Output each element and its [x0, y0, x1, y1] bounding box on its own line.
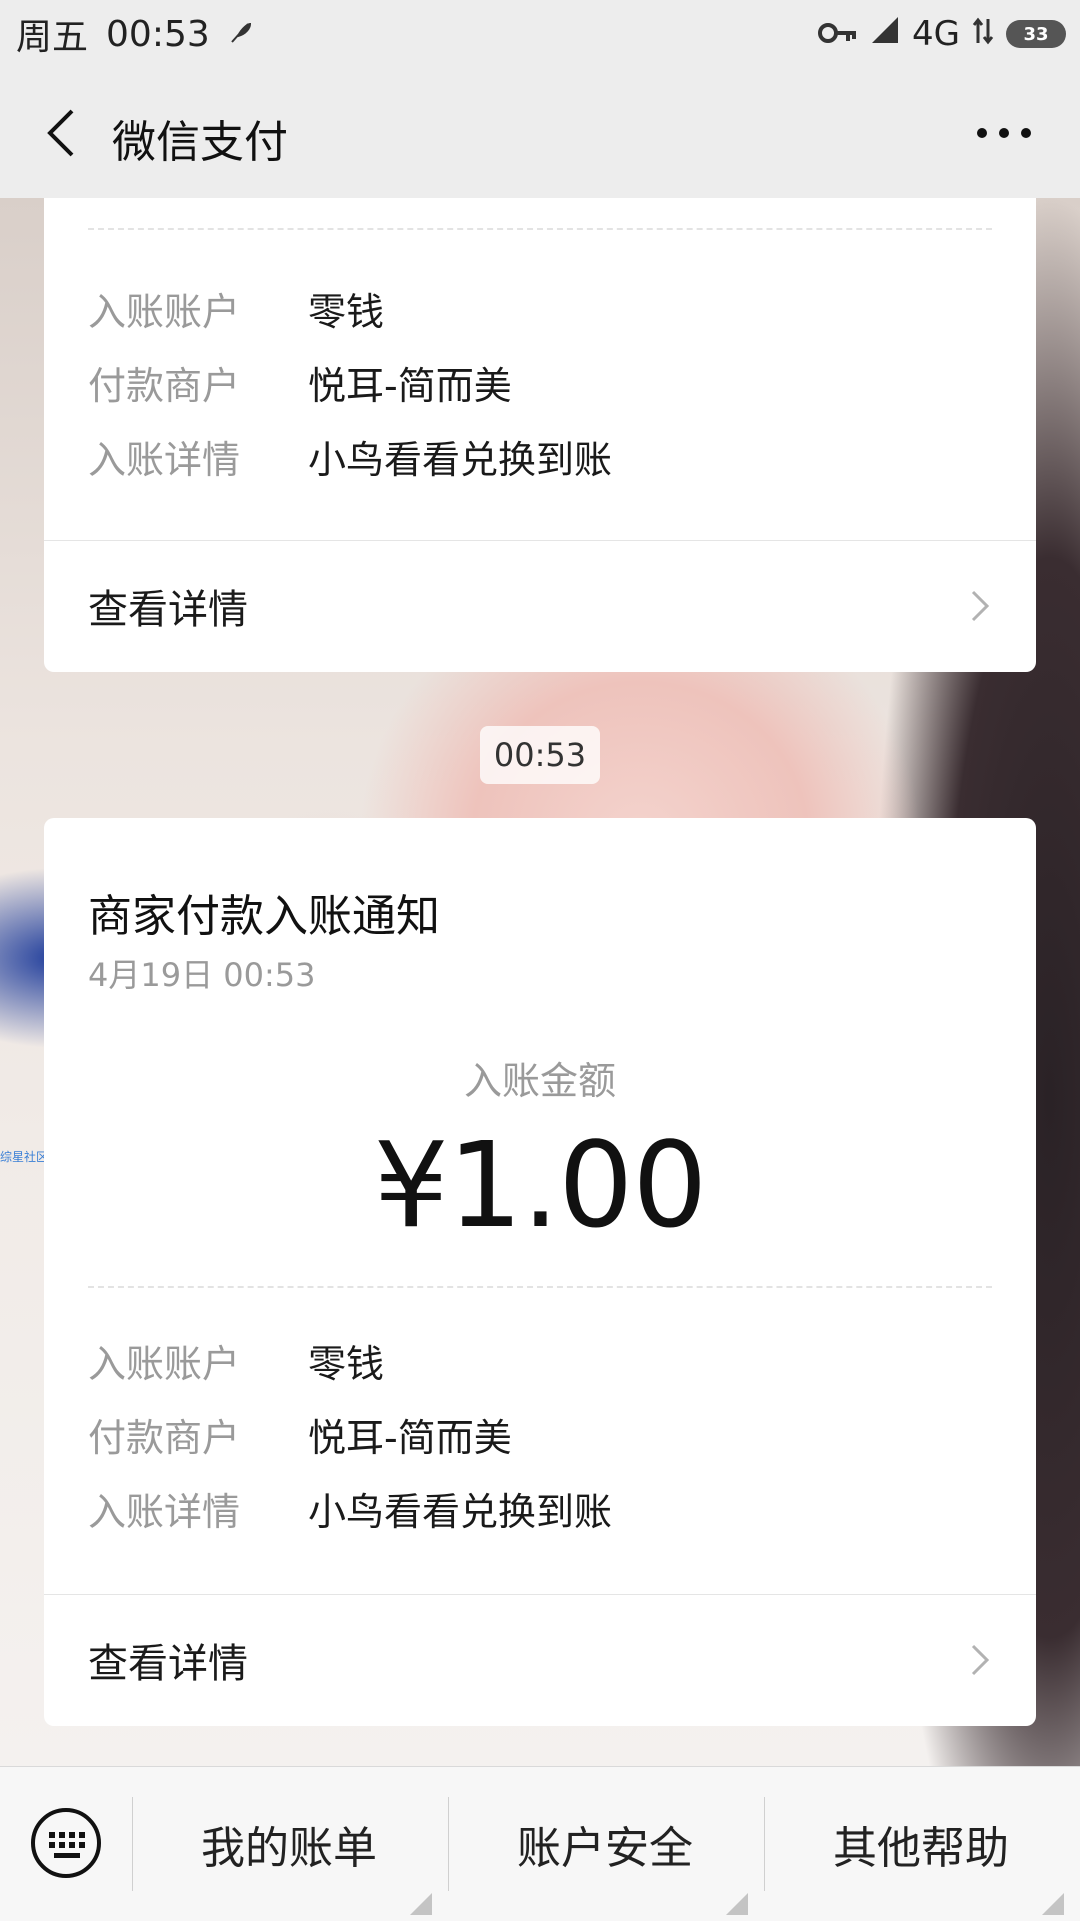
- signal-icon: [870, 14, 900, 54]
- battery-icon: 33: [1006, 20, 1066, 48]
- info-row: 入账账户 零钱: [88, 278, 992, 338]
- message-timestamp: 00:53: [480, 726, 600, 784]
- menu-other-help[interactable]: 其他帮助: [764, 1767, 1078, 1921]
- submenu-corner-indicator: [410, 1893, 432, 1915]
- card-date: 4月19日 00:53: [88, 956, 316, 994]
- info-value: 小鸟看看兑换到账: [308, 1489, 613, 1534]
- page-title: 微信支付: [112, 117, 288, 168]
- menu-account-security[interactable]: 账户安全: [448, 1767, 762, 1921]
- status-left: 周五 00:53: [16, 10, 254, 58]
- chevron-right-icon: [960, 1640, 1000, 1680]
- battery-level: 33: [1023, 23, 1049, 45]
- info-label: 入账账户: [88, 1341, 241, 1386]
- info-value: 零钱: [308, 1341, 385, 1386]
- info-row: 付款商户 悦耳-简而美: [88, 1404, 992, 1464]
- status-time: 00:53: [106, 13, 210, 55]
- view-details-label: 查看详情: [88, 1641, 248, 1687]
- key-icon: [818, 14, 858, 54]
- info-value: 悦耳-简而美: [308, 363, 512, 408]
- menu-my-bills[interactable]: 我的账单: [132, 1767, 446, 1921]
- info-label: 入账详情: [88, 437, 241, 482]
- info-row: 入账详情 小鸟看看兑换到账: [88, 1478, 992, 1538]
- status-day: 周五: [16, 17, 89, 58]
- nav-bar: 微信支付: [0, 68, 1080, 199]
- data-arrows-icon: [972, 14, 994, 54]
- more-dots-icon[interactable]: [954, 96, 1054, 170]
- payment-card[interactable]: 商家付款入账通知 4月19日 00:53 入账金额 ¥1.00 入账账户 零钱 …: [44, 818, 1036, 1726]
- chevron-right-icon: [960, 586, 1000, 626]
- submenu-corner-indicator: [726, 1893, 748, 1915]
- dashed-divider: [88, 228, 992, 230]
- info-value: 零钱: [308, 289, 385, 334]
- status-right: 4G 33: [818, 10, 1066, 58]
- info-label: 付款商户: [88, 1415, 241, 1460]
- payment-card-previous: 入账账户 零钱 付款商户 悦耳-简而美 入账详情 小鸟看看兑换到账 查看详情: [44, 198, 1036, 672]
- info-value: 小鸟看看兑换到账: [308, 437, 613, 482]
- background-watermark: 综星社区: [0, 1150, 49, 1164]
- info-row: 入账账户 零钱: [88, 1330, 992, 1390]
- feather-icon: [228, 14, 254, 55]
- back-arrow-icon[interactable]: [26, 96, 96, 170]
- info-value: 悦耳-简而美: [308, 1415, 512, 1460]
- status-bar: 周五 00:53 4G 33: [0, 0, 1080, 68]
- submenu-corner-indicator: [1042, 1893, 1064, 1915]
- info-row: 付款商户 悦耳-简而美: [88, 352, 992, 412]
- amount-label: 入账金额: [463, 1059, 616, 1103]
- amount-value: ¥1.00: [373, 1116, 708, 1254]
- keyboard-icon[interactable]: [28, 1805, 104, 1881]
- info-label: 入账详情: [88, 1489, 241, 1534]
- menu-item-label: 账户安全: [517, 1823, 693, 1874]
- dashed-divider: [88, 1286, 992, 1288]
- menu-item-label: 我的账单: [201, 1823, 377, 1874]
- info-label: 付款商户: [88, 363, 241, 408]
- info-row: 入账详情 小鸟看看兑换到账: [88, 426, 992, 486]
- info-label: 入账账户: [88, 289, 241, 334]
- card-title: 商家付款入账通知: [88, 891, 440, 942]
- network-type: 4G: [912, 14, 960, 54]
- bottom-menu-bar: 我的账单 账户安全 其他帮助: [0, 1766, 1080, 1921]
- view-details-link[interactable]: 查看详情: [44, 540, 1036, 672]
- menu-item-label: 其他帮助: [833, 1823, 1009, 1874]
- view-details-label: 查看详情: [88, 587, 248, 633]
- view-details-link[interactable]: 查看详情: [44, 1594, 1036, 1726]
